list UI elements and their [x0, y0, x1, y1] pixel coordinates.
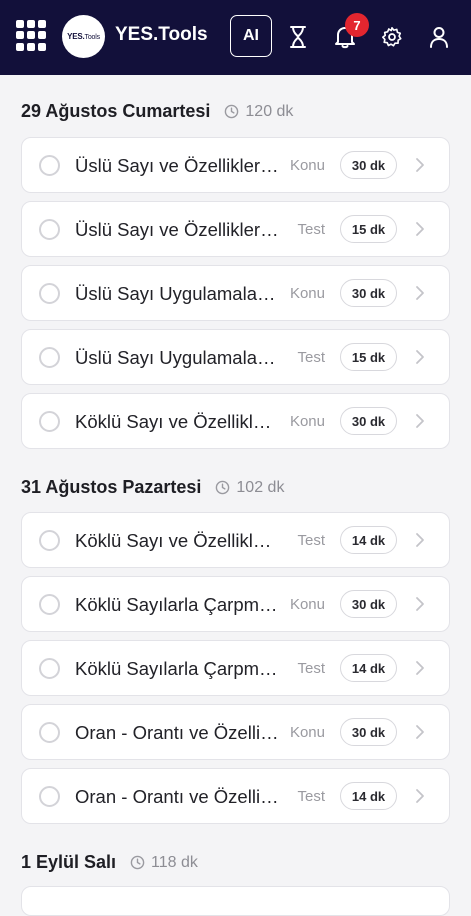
hourglass-icon[interactable]	[283, 22, 313, 52]
logo-text: YES.Tools	[67, 32, 100, 41]
complete-checkbox[interactable]	[39, 658, 60, 679]
chevron-right-icon	[415, 157, 425, 173]
lesson-card[interactable]: Üslü Sayı Uygulamaları... Konu 30 dk	[21, 265, 450, 321]
clock-icon	[130, 855, 145, 870]
complete-checkbox[interactable]	[39, 722, 60, 743]
lesson-card[interactable]: Köklü Sayılarla Çarpma... Konu 30 dk	[21, 576, 450, 632]
gear-icon[interactable]	[377, 22, 407, 52]
lesson-type: Konu	[289, 157, 325, 174]
clock-icon	[215, 480, 230, 495]
chevron-right-icon	[415, 532, 425, 548]
complete-checkbox[interactable]	[39, 155, 60, 176]
chevron-right-icon	[415, 413, 425, 429]
duration-pill: 14 dk	[340, 526, 397, 554]
lesson-card[interactable]: Oran - Orantı ve Özellikl... Test 14 dk	[21, 768, 450, 824]
lesson-title: Köklü Sayılarla Çarpma...	[75, 594, 280, 615]
lesson-type: Konu	[289, 596, 325, 613]
section-header: 1 Eylül Salı 118 dk	[21, 852, 198, 873]
lesson-card[interactable]: Üslü Sayı ve Özellikleri ... Konu 30 dk	[21, 137, 450, 193]
lesson-title: Üslü Sayı ve Özellikleri -...	[75, 219, 280, 240]
chevron-right-icon	[415, 349, 425, 365]
user-icon[interactable]	[424, 22, 454, 52]
duration-pill: 14 dk	[340, 654, 397, 682]
lesson-title: Köklü Sayılarla Çarpma ...	[75, 658, 280, 679]
lesson-card[interactable]	[21, 886, 450, 916]
lesson-type: Test	[297, 221, 325, 238]
section-date: 31 Ağustos Pazartesi	[21, 477, 202, 497]
complete-checkbox[interactable]	[39, 411, 60, 432]
section-date: 1 Eylül Salı	[21, 852, 117, 872]
lesson-type: Test	[297, 349, 325, 366]
complete-checkbox[interactable]	[39, 594, 60, 615]
chevron-right-icon	[415, 788, 425, 804]
duration-pill: 14 dk	[340, 782, 397, 810]
duration-pill: 30 dk	[340, 151, 397, 179]
section-header: 29 Ağustos Cumartesi 120 dk	[21, 101, 293, 122]
section-duration: 102 dk	[236, 478, 285, 496]
section-header: 31 Ağustos Pazartesi 102 dk	[21, 477, 284, 498]
lesson-card[interactable]: Köklü Sayılarla Çarpma ... Test 14 dk	[21, 640, 450, 696]
section-duration: 118 dk	[151, 853, 198, 871]
duration-pill: 30 dk	[340, 718, 397, 746]
section-duration: 120 dk	[245, 102, 294, 120]
chevron-right-icon	[415, 724, 425, 740]
lesson-type: Test	[297, 788, 325, 805]
apps-grid-icon[interactable]	[16, 20, 47, 51]
lesson-card[interactable]: Köklü Sayı ve Özellikler... Konu 30 dk	[21, 393, 450, 449]
chevron-right-icon	[415, 660, 425, 676]
lesson-card[interactable]: Üslü Sayı Uygulamaları ... Test 15 dk	[21, 329, 450, 385]
lesson-card[interactable]: Köklü Sayı ve Özellikleri... Test 14 dk	[21, 512, 450, 568]
lesson-title: Oran - Orantı ve Özellikl...	[75, 786, 280, 807]
lesson-type: Konu	[289, 285, 325, 302]
duration-pill: 15 dk	[340, 343, 397, 371]
lesson-type: Test	[297, 532, 325, 549]
ai-button[interactable]: AI	[230, 15, 272, 57]
chevron-right-icon	[415, 221, 425, 237]
lesson-title: Köklü Sayı ve Özellikleri...	[75, 530, 280, 551]
lesson-type: Test	[297, 660, 325, 677]
complete-checkbox[interactable]	[39, 283, 60, 304]
duration-pill: 30 dk	[340, 279, 397, 307]
complete-checkbox[interactable]	[39, 347, 60, 368]
lesson-type: Konu	[289, 724, 325, 741]
chevron-right-icon	[415, 596, 425, 612]
lesson-title: Oran - Orantı ve Özellikl...	[75, 722, 280, 743]
lesson-type: Konu	[289, 413, 325, 430]
chevron-right-icon	[415, 285, 425, 301]
complete-checkbox[interactable]	[39, 219, 60, 240]
lesson-title: Üslü Sayı Uygulamaları...	[75, 283, 280, 304]
lesson-title: Üslü Sayı ve Özellikleri ...	[75, 155, 280, 176]
notification-badge: 7	[345, 13, 369, 37]
duration-pill: 30 dk	[340, 407, 397, 435]
top-bar: YES.Tools YES.Tools AI 7	[0, 0, 471, 75]
brand-name: YES.Tools	[115, 24, 208, 45]
duration-pill: 15 dk	[340, 215, 397, 243]
lesson-card[interactable]: Oran - Orantı ve Özellikl... Konu 30 dk	[21, 704, 450, 760]
lesson-card[interactable]: Üslü Sayı ve Özellikleri -... Test 15 dk	[21, 201, 450, 257]
logo[interactable]: YES.Tools	[62, 15, 105, 58]
complete-checkbox[interactable]	[39, 530, 60, 551]
lesson-title: Üslü Sayı Uygulamaları ...	[75, 347, 280, 368]
complete-checkbox[interactable]	[39, 786, 60, 807]
clock-icon	[224, 104, 239, 119]
section-date: 29 Ağustos Cumartesi	[21, 101, 211, 121]
duration-pill: 30 dk	[340, 590, 397, 618]
lesson-title: Köklü Sayı ve Özellikler...	[75, 411, 280, 432]
